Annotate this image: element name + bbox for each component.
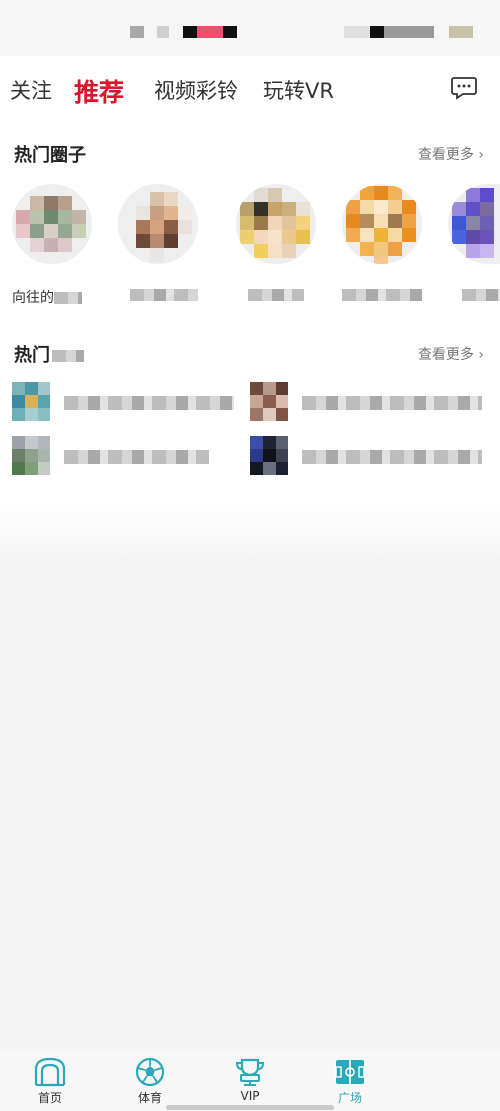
song-title: [64, 396, 234, 410]
hot-songs-more-link[interactable]: 查看更多 ›: [418, 344, 484, 364]
circle-item[interactable]: [342, 184, 432, 314]
tab-recommend[interactable]: 推荐: [74, 73, 124, 109]
football-icon: [135, 1057, 165, 1087]
tab-vr[interactable]: 玩转VR: [263, 75, 334, 105]
top-tabs: 关注 推荐 视频彩铃 玩转VR: [0, 56, 500, 120]
tab-follow[interactable]: 关注: [10, 75, 52, 105]
hot-circles-more-link[interactable]: 查看更多 ›: [418, 144, 484, 164]
status-pixel: [449, 26, 473, 38]
nav-home-label: 首页: [37, 1091, 62, 1105]
status-pixel: [344, 26, 370, 38]
pitch-icon: [335, 1060, 365, 1084]
nav-vip-label: VIP: [240, 1089, 260, 1103]
song-title: [64, 450, 209, 464]
song-title: [302, 396, 482, 410]
nav-sports-label: 体育: [137, 1091, 162, 1105]
hot-songs-list: [0, 382, 500, 482]
home-arch-icon: [34, 1057, 66, 1087]
song-cover: [250, 436, 288, 476]
nav-vip[interactable]: VIP: [220, 1057, 280, 1109]
status-pixel: [183, 26, 197, 38]
circle-avatar: [118, 184, 198, 264]
status-pixel: [157, 26, 169, 38]
circle-name: [342, 287, 442, 303]
circle-name: [248, 287, 348, 303]
nav-home[interactable]: 首页: [20, 1057, 80, 1109]
circle-avatar: [236, 184, 316, 264]
song-item[interactable]: [250, 382, 490, 426]
circle-item[interactable]: [448, 184, 500, 314]
circle-name: [130, 287, 230, 303]
home-indicator: [166, 1105, 334, 1110]
circle-item[interactable]: [236, 184, 326, 314]
top-panel: 关注 推荐 视频彩铃 玩转VR 热门圈子 查看更多 › 向往的 热门 查看更多 …: [0, 56, 500, 502]
hot-songs-title: 热门: [14, 341, 84, 367]
panel-fade: [0, 502, 500, 562]
circle-item[interactable]: 向往的: [12, 184, 102, 314]
song-item[interactable]: [250, 436, 490, 480]
hot-songs-header: 热门 查看更多 ›: [0, 341, 500, 371]
song-cover: [12, 436, 50, 476]
status-bar: [0, 0, 500, 56]
bottom-nav: 首页 体育 VIP 广场: [0, 1051, 500, 1111]
song-item[interactable]: [12, 382, 252, 426]
circle-item[interactable]: [118, 184, 208, 314]
status-pixel: [223, 26, 237, 38]
nav-plaza[interactable]: 广场: [320, 1057, 380, 1109]
circle-avatar: [342, 184, 422, 264]
hot-circles-title: 热门圈子: [14, 145, 86, 166]
nav-sports[interactable]: 体育: [120, 1057, 180, 1109]
song-cover: [12, 382, 50, 422]
hot-circles-header: 热门圈子 查看更多 ›: [0, 141, 500, 171]
trophy-icon: [235, 1058, 265, 1086]
message-icon[interactable]: [451, 76, 477, 100]
status-pixel: [197, 26, 223, 38]
circle-avatar: [12, 184, 92, 264]
status-pixel: [130, 26, 144, 38]
song-cover: [250, 382, 288, 422]
circle-name: [462, 287, 500, 303]
nav-plaza-label: 广场: [337, 1091, 362, 1105]
tab-video-ringtone[interactable]: 视频彩铃: [154, 75, 238, 105]
circle-name: 向往的: [12, 287, 112, 307]
hot-circles-list: 向往的: [0, 184, 500, 314]
song-item[interactable]: [12, 436, 252, 480]
circle-avatar: [448, 184, 500, 264]
status-pixel: [370, 26, 384, 38]
status-pixel: [384, 26, 434, 38]
song-title: [302, 450, 482, 464]
